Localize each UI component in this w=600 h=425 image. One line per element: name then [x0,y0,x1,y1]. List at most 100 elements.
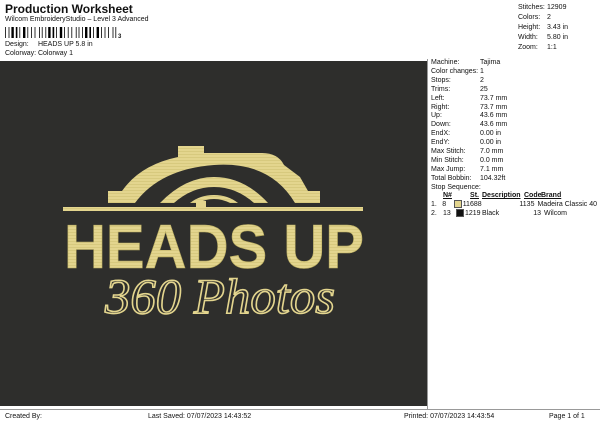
info-label: Total Bobbin: [431,174,472,182]
last-saved: Last Saved: 07/07/2023 14:43:52 [148,413,252,420]
stop-row: 2. 13 1219 Black 13 Wilcom [431,208,597,218]
info-row: Machine: Tajima [431,59,597,68]
info-label: Up: [431,112,442,120]
info-label: Right: [431,103,450,111]
software-name: Wilcom EmbroideryStudio – Level 3 Advanc… [5,16,149,23]
info-value: 2 [480,76,484,84]
stat-row: Width: 5.80 in [518,33,568,43]
info-row: EndX: 0.00 in [431,130,597,139]
info-value: 0.00 in [480,139,502,147]
divider [427,59,428,409]
info-row: EndY: 0.00 in [431,139,597,148]
info-value: 0.00 in [480,130,502,138]
info-value: 0.0 mm [480,156,504,164]
barcode [5,27,117,38]
stop-brand: Wilcom [544,210,567,217]
stop-index: 1. [431,201,437,208]
stop-stitches: 1219 [465,210,481,217]
stop-sequence-title: Stop Sequence: [431,184,481,191]
col-code: Code [524,192,542,199]
info-row: Total Bobbin: 104.32ft [431,175,597,184]
design-value: HEADS UP 5.8 in [37,41,93,48]
printed-date: Printed: 07/07/2023 14:43:54 [404,413,495,420]
stat-label: Height: [518,24,541,31]
stat-value: 12909 [547,4,567,11]
info-label: Max Jump: [431,165,466,173]
info-label: Down: [431,121,451,129]
info-value: 104.32ft [480,174,506,182]
info-label: Trims: [431,85,451,93]
info-value: 7.0 mm [480,148,504,156]
info-value: 1 [480,67,484,75]
info-row: Max Stitch: 7.0 mm [431,148,597,157]
info-value: 73.7 mm [480,103,508,111]
stat-row: Height: 3.43 in [518,23,568,33]
stop-sequence: Stop Sequence: N# St. Description Code B… [431,184,597,218]
machine-info: Machine: Tajima Color changes: 1 Stops: 2 Trim… [431,59,597,184]
col-n: N# [443,192,452,199]
info-label: Stops: [431,76,451,84]
stat-label: Zoom: [518,44,538,51]
info-label: Color changes: [431,67,479,75]
color-swatch [456,208,464,217]
worksheet-title: Production Worksheet [5,2,133,16]
stat-value: 2 [547,14,551,21]
design-preview: HEADS UP 360 Photos [0,61,427,406]
colorway-row: Colorway: Colorway 1 [5,50,73,57]
stop-code: 13 [533,210,541,217]
info-value: 25 [480,85,488,93]
colorway-value: Colorway 1 [37,50,73,57]
stop-stitches: 11688 [462,201,482,208]
camera-logo [63,146,363,211]
barcode-number: 3 [118,34,122,40]
info-label: Machine: [431,59,460,66]
design-text-line2: 360 Photos [104,268,335,324]
info-label: Max Stitch: [431,148,466,156]
stop-brand: Madeira Classic 40 [537,201,597,208]
stat-row: Stitches: 12909 [518,3,568,13]
embroidery-design: HEADS UP 360 Photos [63,146,364,325]
info-row: Color changes: 1 [431,68,597,77]
info-row: Min Stitch: 0.0 mm [431,157,597,166]
colorway-label: Colorway: [5,50,37,57]
design-stats: Stitches: 12909 Colors: 2 Height: 3.43 in Widt… [518,3,568,53]
info-label: Left: [431,94,445,102]
col-st: St. [470,192,479,199]
stop-sequence-rows: 1. 8 11688 1135 Madeira Classic 40 2. 13 1219 Bl… [431,199,597,218]
created-by: Created By: [5,413,42,420]
stat-value: 1:1 [547,44,557,51]
stat-value: 5.80 in [547,34,569,41]
info-value: 7.1 mm [480,165,504,173]
stat-label: Colors: [518,14,541,21]
color-swatch [454,199,463,208]
stat-row: Colors: 2 [518,13,568,23]
info-row: Trims: 25 [431,86,597,95]
stop-n: 8 [442,201,447,208]
stat-label: Width: [518,34,538,41]
info-value: 43.6 mm [480,121,508,129]
stat-row: Zoom: 1:1 [518,43,568,53]
info-row: Left: 73.7 mm [431,95,597,104]
footer: Created By: Last Saved: 07/07/2023 14:43… [0,409,600,425]
design-row: Design: HEADS UP 5.8 in [5,41,93,48]
stat-value: 3.43 in [547,24,569,31]
stop-index: 2. [431,210,437,217]
info-value: Tajima [480,59,501,66]
info-row: Up: 43.6 mm [431,112,597,121]
stop-n: 13 [443,210,451,217]
info-label: EndY: [431,139,450,147]
info-row: Stops: 2 [431,77,597,86]
info-label: Min Stitch: [431,156,464,164]
page-number: Page 1 of 1 [549,413,585,420]
info-row: Down: 43.6 mm [431,121,597,130]
design-label: Design: [5,41,29,48]
col-description: Description [482,192,521,199]
info-value: 43.6 mm [480,112,508,120]
stat-label: Stitches: [518,4,545,11]
col-brand: Brand [541,192,562,199]
info-row: Max Jump: 7.1 mm [431,166,597,175]
stop-code: 1135 [519,201,535,208]
info-label: EndX: [431,130,451,138]
info-value: 73.7 mm [480,94,508,102]
info-row: Right: 73.7 mm [431,104,597,113]
